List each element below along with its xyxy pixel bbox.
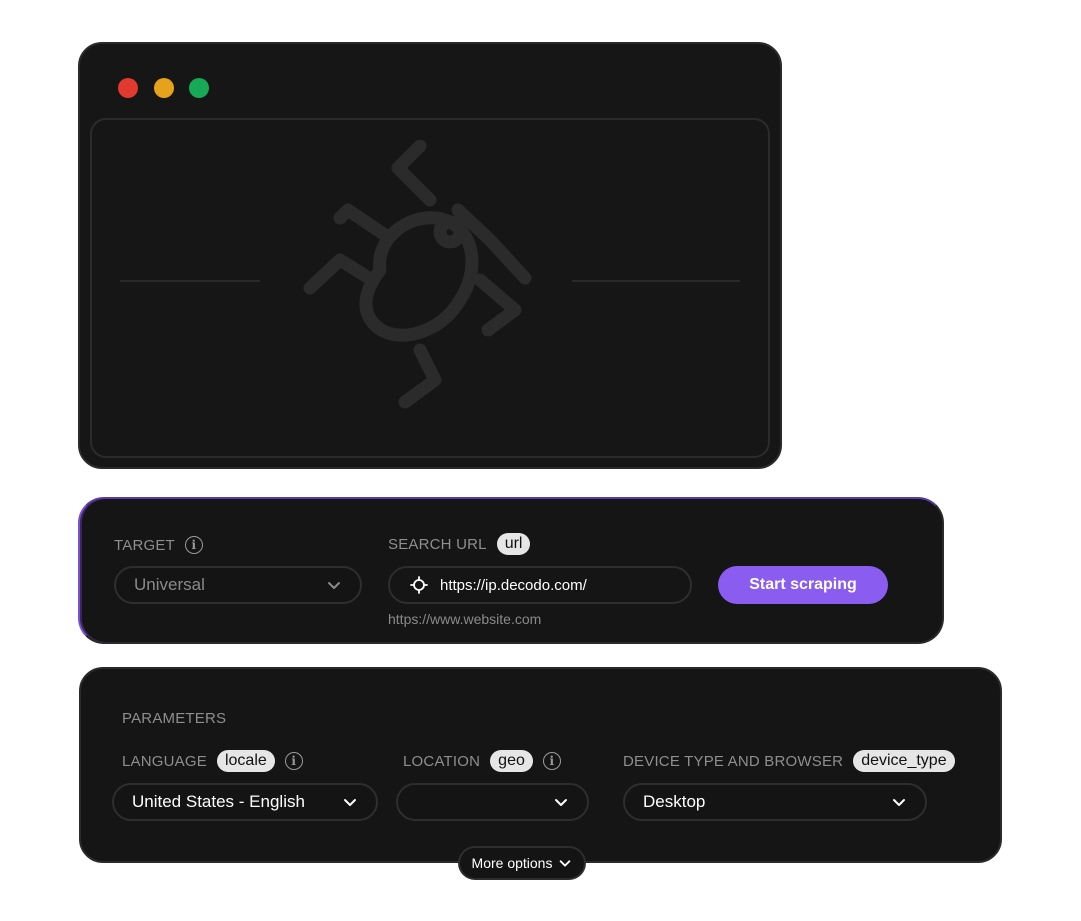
browser-viewport [90,118,770,458]
chevron-down-icon [328,582,340,589]
parameters-panel: PARAMETERS LANGUAGE locale i United Stat… [79,667,1002,863]
target-value: Universal [134,575,205,594]
bug-icon [303,140,532,409]
target-label-text: TARGET [114,536,175,554]
search-url-input[interactable]: https://ip.decodo.com/ [388,566,692,604]
search-url-label-text: SEARCH URL [388,535,487,553]
chevron-down-icon [893,799,905,806]
more-options-button[interactable]: More options [458,846,586,880]
language-select[interactable]: United States - English [112,783,378,821]
device-value: Desktop [643,792,706,811]
chevron-down-icon [344,799,356,806]
device-type-tag: device_type [853,750,955,772]
target-select[interactable]: Universal [114,566,362,604]
device-label: DEVICE TYPE AND BROWSER device_type [623,750,955,772]
url-tag: url [496,533,531,555]
chevron-down-icon [555,799,567,806]
info-icon[interactable]: i [184,536,203,554]
search-url-label: SEARCH URL url [388,533,531,555]
search-url-value: https://ip.decodo.com/ [440,576,587,594]
more-options-label: More options [471,855,553,871]
start-scraping-button[interactable]: Start scraping [718,566,888,604]
device-select[interactable]: Desktop [623,783,927,821]
target-label: TARGET i [114,536,203,554]
language-label-text: LANGUAGE [122,752,207,770]
url-hint: https://www.website.com [388,611,542,627]
close-dot[interactable] [118,78,138,98]
info-icon[interactable]: i [284,752,303,770]
parameters-title: PARAMETERS [122,710,226,727]
language-value: United States - English [132,792,305,811]
scraper-panel: TARGET i Universal SEARCH URL url https:… [78,497,944,644]
location-label-text: LOCATION [403,752,481,770]
info-icon[interactable]: i [542,752,561,770]
crosshair-icon [410,576,428,594]
parameters-title-text: PARAMETERS [122,710,227,727]
chevron-down-icon [560,860,571,867]
language-label: LANGUAGE locale i [122,750,303,772]
divider-line [572,280,740,282]
location-label: LOCATION geo i [403,750,561,772]
maximize-dot[interactable] [189,78,209,98]
divider-line [120,280,260,282]
geo-tag: geo [490,750,533,772]
location-select[interactable] [396,783,589,821]
locale-tag: locale [216,750,275,772]
browser-window [78,42,782,469]
minimize-dot[interactable] [154,78,174,98]
device-label-text: DEVICE TYPE AND BROWSER [623,752,844,770]
